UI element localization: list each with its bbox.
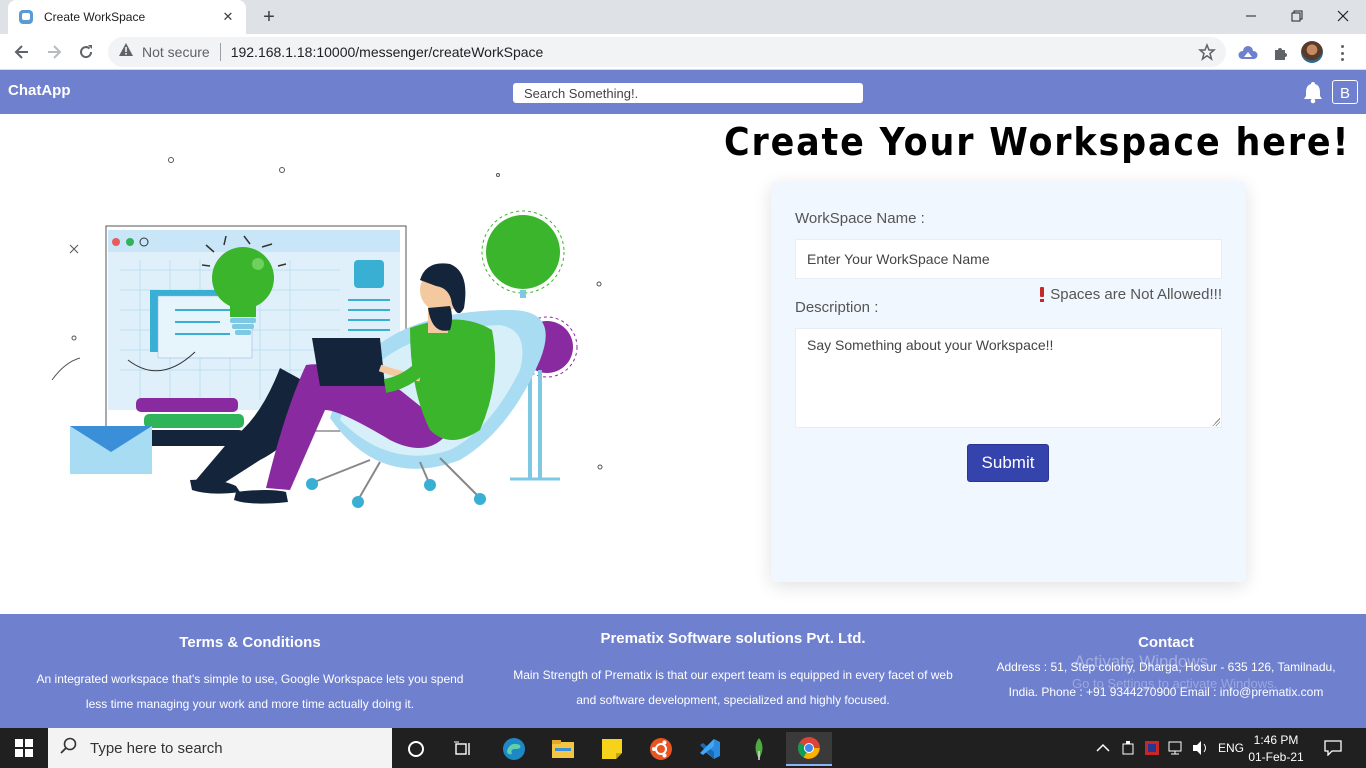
bookmark-star-icon[interactable] <box>1198 42 1216 61</box>
security-label[interactable]: Not secure <box>142 44 210 60</box>
browser-tab[interactable]: Create WorkSpace ✕ <box>8 0 246 34</box>
window-close-icon[interactable] <box>1320 3 1366 29</box>
notifications-icon[interactable] <box>1324 728 1342 768</box>
mongodb-compass-icon[interactable] <box>739 732 779 766</box>
footer-contact-heading: Contact <box>1138 634 1194 651</box>
notification-bell-icon[interactable] <box>1302 80 1324 104</box>
clock-time: 1:46 PM <box>1253 733 1299 747</box>
footer-contact-line1: Address : 51, Step colony, Dharga, Hosur… <box>996 660 1336 674</box>
volume-icon[interactable] <box>1192 728 1210 768</box>
taskbar-search-box[interactable]: Type here to search <box>48 728 392 768</box>
profile-avatar-icon[interactable] <box>1301 41 1323 63</box>
network-icon[interactable] <box>1168 728 1186 768</box>
brand-logo[interactable]: ChatApp <box>8 82 71 99</box>
tray-chevron-icon[interactable] <box>1096 728 1110 768</box>
spaces-warning: Spaces are Not Allowed!!! <box>1040 286 1222 303</box>
taskbar-search-placeholder: Type here to search <box>90 739 223 757</box>
warning-triangle-icon[interactable] <box>118 42 134 63</box>
footer-company-line1: Main Strength of Prematix is that our ex… <box>513 668 953 682</box>
description-field-wrapper <box>795 328 1222 428</box>
spaces-warning-text: Spaces are Not Allowed!!! <box>1050 286 1222 303</box>
extensions-puzzle-icon[interactable] <box>1269 42 1291 64</box>
address-bar[interactable]: Not secure 192.168.1.18:10000/messenger/… <box>108 37 1226 67</box>
edge-browser-icon[interactable] <box>494 732 534 766</box>
description-textarea[interactable] <box>795 328 1222 428</box>
new-tab-icon[interactable]: + <box>258 6 280 28</box>
file-explorer-icon[interactable] <box>543 732 583 766</box>
ubuntu-icon[interactable] <box>641 732 681 766</box>
app-navbar: ChatApp B <box>0 70 1366 114</box>
user-menu-button[interactable]: B <box>1332 80 1358 104</box>
windows-taskbar: Type here to search ENG 1:46 PM 01-Feb-2… <box>0 728 1366 768</box>
url-text[interactable]: 192.168.1.18:10000/messenger/createWorkS… <box>231 44 544 60</box>
system-clock[interactable]: 1:46 PM 01-Feb-21 <box>1246 732 1306 766</box>
page-title: Create Your Workspace here! <box>724 120 1351 164</box>
clock-date: 01-Feb-21 <box>1248 750 1304 764</box>
back-arrow-icon[interactable] <box>10 40 34 64</box>
resize-handle-icon[interactable] <box>1212 418 1220 426</box>
cortana-icon[interactable] <box>396 732 436 766</box>
restore-icon[interactable] <box>1274 3 1320 29</box>
sticky-notes-icon[interactable] <box>592 732 632 766</box>
workspace-name-label: WorkSpace Name : <box>795 210 925 227</box>
app-tray-icon[interactable] <box>1144 728 1160 768</box>
usb-drive-icon[interactable] <box>1120 728 1136 768</box>
workspace-name-input[interactable] <box>795 239 1222 279</box>
vscode-icon[interactable] <box>690 732 730 766</box>
footer-terms-line1: An integrated workspace that's simple to… <box>36 672 464 686</box>
footer-company: Prematix Software solutions Pvt. Ltd. Ma… <box>488 630 978 713</box>
footer-company-heading: Prematix Software solutions Pvt. Ltd. <box>600 630 866 647</box>
footer-terms-heading[interactable]: Terms & Conditions <box>0 634 500 651</box>
footer-contact-line2: India. Phone : +91 9344270900 Email : in… <box>1008 685 1324 699</box>
tab-title: Create WorkSpace <box>44 10 146 24</box>
exclamation-icon <box>1040 287 1045 302</box>
search-input[interactable] <box>513 83 863 103</box>
cloud-extension-icon[interactable] <box>1237 42 1259 64</box>
create-workspace-form: WorkSpace Name : Spaces are Not Allowed!… <box>771 182 1246 582</box>
minimize-icon[interactable] <box>1228 3 1274 29</box>
search-icon <box>60 737 78 760</box>
footer-company-line2: and software development, specialized an… <box>576 693 890 707</box>
chat-favicon-icon <box>18 9 34 25</box>
chrome-taskbar-icon[interactable] <box>786 732 832 766</box>
forward-arrow-icon[interactable] <box>42 40 66 64</box>
reload-icon[interactable] <box>74 40 98 64</box>
browser-toolbar: Not secure 192.168.1.18:10000/messenger/… <box>0 34 1366 70</box>
browser-tab-strip: Create WorkSpace ✕ + <box>0 0 1366 34</box>
windows-start-icon[interactable] <box>0 728 48 768</box>
footer-contact: Contact Address : 51, Step colony, Dharg… <box>986 634 1346 705</box>
page-footer: Terms & Conditions An integrated workspa… <box>0 614 1366 728</box>
task-view-icon[interactable] <box>443 732 483 766</box>
footer-terms: Terms & Conditions An integrated workspa… <box>0 634 500 717</box>
submit-button[interactable]: Submit <box>967 444 1049 482</box>
footer-terms-line2: less time managing your work and more ti… <box>85 697 415 711</box>
description-label: Description : <box>795 299 879 316</box>
browser-menu-icon[interactable] <box>1336 42 1348 64</box>
omnibox-divider <box>219 43 221 61</box>
tab-close-icon[interactable]: ✕ <box>220 9 236 25</box>
language-indicator[interactable]: ENG <box>1218 728 1244 768</box>
workspace-illustration <box>51 157 603 508</box>
